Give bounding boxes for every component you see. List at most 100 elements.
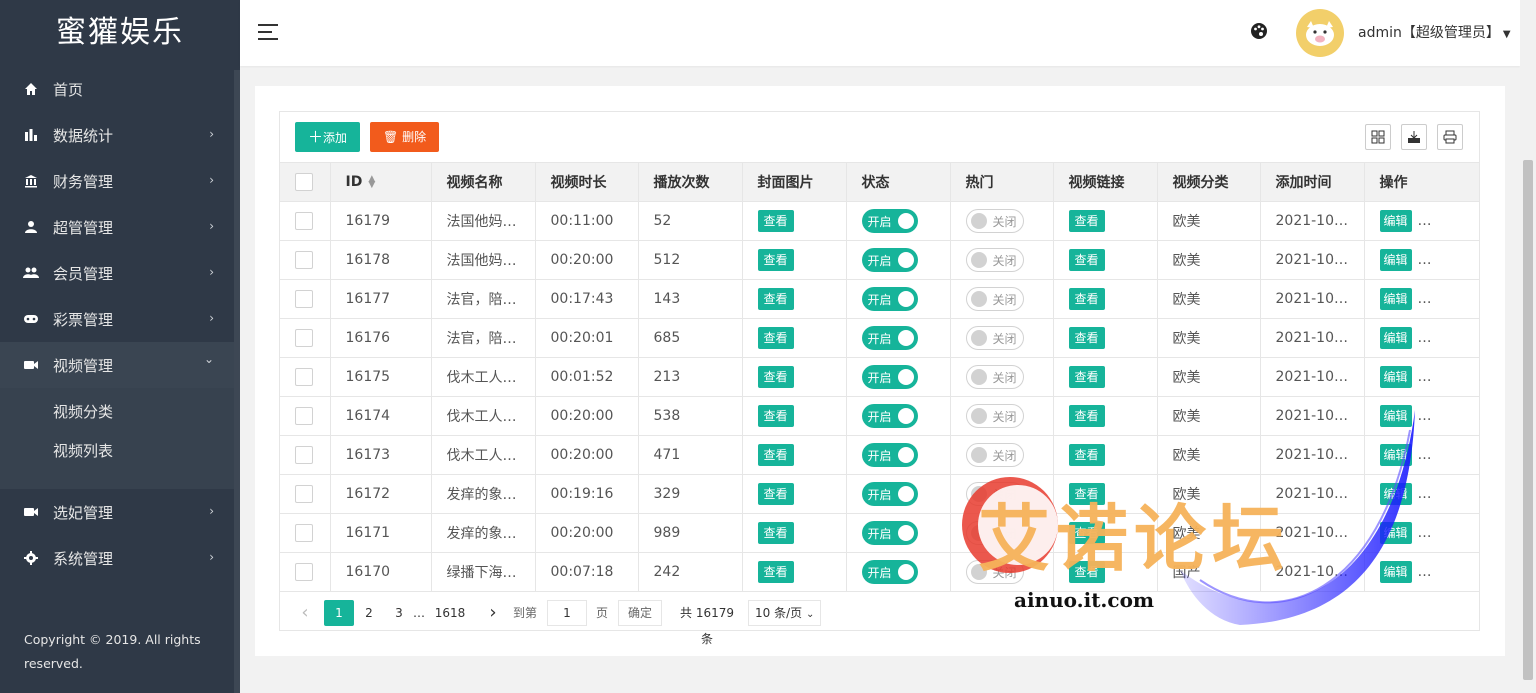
user-menu[interactable]: admin【超级管理员】 ▼ [1358,22,1511,42]
status-toggle[interactable]: 开启 [861,560,918,585]
page-2[interactable]: 2 [360,600,378,626]
hot-toggle[interactable]: 关闭 [965,404,1024,428]
view-link-button[interactable]: 查看 [1068,444,1105,466]
view-link-button[interactable]: 查看 [1068,249,1105,271]
per-page-select[interactable]: 10 条/页 ⌄ [748,600,822,626]
delete-button[interactable]: 🗑 删除 [370,122,440,152]
view-link-button[interactable]: 查看 [1068,288,1105,310]
view-link-button[interactable]: 查看 [1068,210,1105,232]
print-icon[interactable] [1437,124,1463,150]
avatar[interactable] [1296,9,1344,57]
edit-button[interactable]: 编辑 [1379,561,1412,584]
table-row[interactable]: 16177 法官，陪… 00:17:43 143 查看 开启 关闭 查看 欧美 2021-10-…… [280,279,1479,319]
th-id[interactable]: ID ▲ ▼ [330,162,432,202]
view-cover-button[interactable]: 查看 [757,249,794,271]
menu-toggle-icon[interactable] [258,24,278,40]
table-row[interactable]: 16172 发痒的象… 00:19:16 329 查看 开启 关闭 查看 欧美 2021-10-…… [280,474,1479,514]
edit-button[interactable]: 编辑 [1379,444,1412,466]
table-row[interactable]: 16179 法国他妈… 00:11:00 52 查看 开启 关闭 查看 欧美 2021-10-… 编… [280,201,1479,241]
sidebar-item-6[interactable]: 视频管理 ⌄ [0,342,240,388]
export-icon[interactable] [1401,124,1427,150]
status-toggle[interactable]: 开启 [861,248,918,272]
page-scrollbar[interactable] [1520,0,1536,693]
row-checkbox[interactable] [295,329,313,347]
edit-button[interactable]: 编辑 [1379,327,1412,349]
prev-page-button[interactable]: ‹ [295,600,315,626]
table-row[interactable]: 16175 伐木工人… 00:01:52 213 查看 开启 关闭 查看 欧美 2021-10-…… [280,357,1479,397]
table-row[interactable]: 16173 伐木工人… 00:20:00 471 查看 开启 关闭 查看 欧美 2021-10-…… [280,435,1479,475]
hot-toggle[interactable]: 关闭 [965,365,1024,389]
view-link-button[interactable]: 查看 [1068,405,1105,427]
view-cover-button[interactable]: 查看 [757,405,794,427]
view-cover-button[interactable]: 查看 [757,327,794,349]
view-cover-button[interactable]: 查看 [757,444,794,466]
more-actions[interactable]: … [1418,408,1432,424]
page-1[interactable]: 1 [324,600,354,626]
edit-button[interactable]: 编辑 [1379,210,1412,232]
view-link-button[interactable]: 查看 [1068,327,1105,349]
view-link-button[interactable]: 查看 [1068,522,1105,544]
goto-page-input[interactable]: 1 [547,600,587,626]
status-toggle[interactable]: 开启 [861,443,918,467]
row-checkbox[interactable] [295,212,313,230]
more-actions[interactable]: … [1418,369,1432,385]
submenu-item-0[interactable]: 视频分类 [0,393,240,432]
hot-toggle[interactable]: 关闭 [965,560,1024,585]
row-checkbox[interactable] [295,524,313,542]
more-actions[interactable]: … [1418,213,1432,229]
more-actions[interactable]: … [1418,330,1432,346]
hot-toggle[interactable]: 关闭 [965,248,1024,272]
hot-toggle[interactable]: 关闭 [965,482,1024,506]
more-actions[interactable]: … [1418,252,1432,268]
sidebar-item-3[interactable]: 超管管理 › [0,204,240,250]
sidebar-item-4[interactable]: 会员管理 › [0,250,240,296]
table-row[interactable]: 16178 法国他妈… 00:20:00 512 查看 开启 关闭 查看 欧美 2021-10-…… [280,240,1479,280]
status-toggle[interactable]: 开启 [861,482,918,506]
status-toggle[interactable]: 开启 [861,287,918,311]
more-actions[interactable]: … [1418,564,1432,580]
hot-toggle[interactable]: 关闭 [965,209,1024,233]
status-toggle[interactable]: 开启 [861,365,918,389]
table-row[interactable]: 16170 绿播下海… 00:07:18 242 查看 开启 关闭 查看 国产 2021-10-…… [280,552,1479,592]
more-actions[interactable]: … [1418,291,1432,307]
hot-toggle[interactable]: 关闭 [965,443,1024,467]
view-cover-button[interactable]: 查看 [757,483,794,505]
status-toggle[interactable]: 开启 [861,326,918,350]
table-row[interactable]: 16174 伐木工人… 00:20:00 538 查看 开启 关闭 查看 欧美 2021-10-…… [280,396,1479,436]
table-row[interactable]: 16171 发痒的象… 00:20:00 989 查看 开启 关闭 查看 欧美 2021-10-…… [280,513,1479,553]
edit-button[interactable]: 编辑 [1379,483,1412,505]
sidebar-item-1[interactable]: 数据统计 › [0,112,240,158]
view-cover-button[interactable]: 查看 [757,522,794,544]
edit-button[interactable]: 编辑 [1379,522,1412,544]
confirm-goto-button[interactable]: 确定 [618,600,663,626]
edit-button[interactable]: 编辑 [1379,366,1412,388]
row-checkbox[interactable] [295,485,313,503]
columns-filter-icon[interactable] [1365,124,1391,150]
sidebar-scrollbar[interactable] [234,70,240,693]
edit-button[interactable]: 编辑 [1379,249,1412,271]
status-toggle[interactable]: 开启 [861,404,918,428]
palette-icon[interactable] [1250,22,1268,45]
row-checkbox[interactable] [295,290,313,308]
view-link-button[interactable]: 查看 [1068,483,1105,505]
page-last[interactable]: 1618 [433,600,467,626]
select-all-checkbox[interactable] [295,173,313,191]
sidebar-item-8[interactable]: 系统管理 › [0,535,240,581]
status-toggle[interactable]: 开启 [861,521,918,545]
submenu-item-1[interactable]: 视频列表 [0,432,240,471]
page-3[interactable]: 3 [390,600,408,626]
view-cover-button[interactable]: 查看 [757,561,794,584]
sidebar-item-2[interactable]: 财务管理 › [0,158,240,204]
view-cover-button[interactable]: 查看 [757,210,794,232]
sidebar-item-0[interactable]: 首页 [0,66,240,112]
edit-button[interactable]: 编辑 [1379,288,1412,310]
sidebar-item-5[interactable]: 彩票管理 › [0,296,240,342]
row-checkbox[interactable] [295,368,313,386]
row-checkbox[interactable] [295,446,313,464]
scrollbar-thumb[interactable] [1523,160,1533,680]
row-checkbox[interactable] [295,563,313,582]
view-cover-button[interactable]: 查看 [757,288,794,310]
more-actions[interactable]: … [1418,447,1432,463]
view-link-button[interactable]: 查看 [1068,561,1105,584]
row-checkbox[interactable] [295,407,313,425]
